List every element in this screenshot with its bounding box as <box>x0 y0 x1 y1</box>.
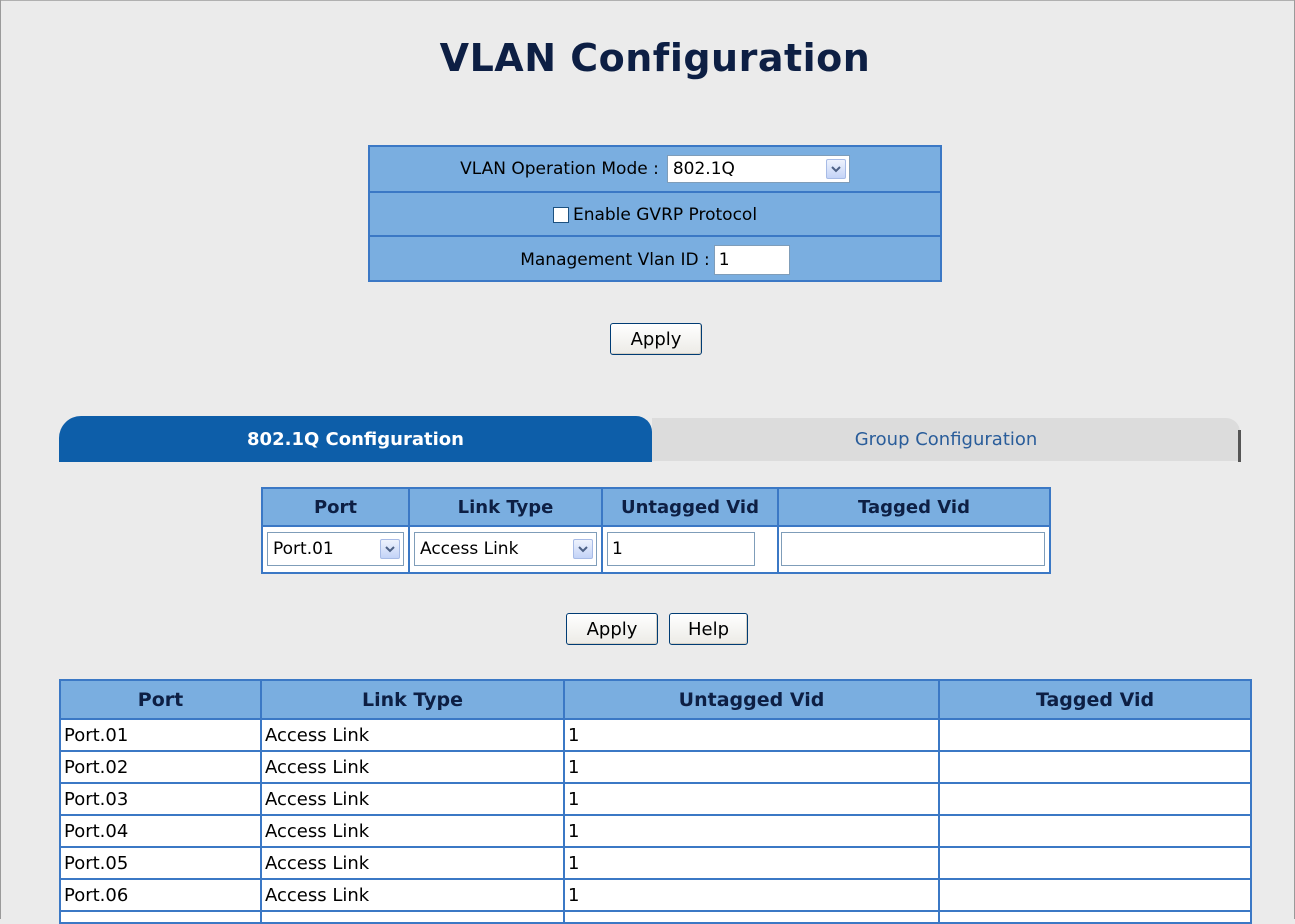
tagged-vid-cell <box>940 752 1250 782</box>
column-header: Tagged Vid <box>1035 688 1155 711</box>
column-header: Port <box>313 496 358 518</box>
untagged-vid-cell: 1 <box>568 788 580 810</box>
tagged-vid-cell <box>940 848 1250 878</box>
link-type-cell: Access Link <box>265 852 370 874</box>
untagged-vid-cell: 1 <box>568 724 580 746</box>
frame-border <box>0 0 1295 1</box>
port-cell: Port.04 <box>64 820 129 842</box>
gvrp-checkbox[interactable] <box>552 207 569 223</box>
tagged-vid-cell <box>940 784 1250 814</box>
column-header: Untagged Vid <box>678 688 825 711</box>
untagged-vid-cell: 1 <box>568 852 580 874</box>
table-row: Port.01 Access Link 1 <box>61 718 1250 750</box>
tagged-vid-cell <box>940 720 1250 750</box>
link-type-select-value: Access Link <box>420 539 519 559</box>
untagged-vid-cell: 1 <box>568 820 580 842</box>
untagged-vid-cell: 1 <box>568 884 580 906</box>
tab-edge <box>1238 430 1241 462</box>
port-config-table: Port Link Type Untagged Vid Tagged Vid P… <box>261 487 1051 574</box>
divider <box>938 681 940 922</box>
port-cell: Port.03 <box>64 788 129 810</box>
chevron-down-icon[interactable] <box>380 539 400 559</box>
link-type-select[interactable]: Access Link <box>414 532 597 566</box>
table-row: Port.05 Access Link 1 <box>61 846 1250 878</box>
tagged-vid-input[interactable] <box>781 532 1045 566</box>
tagged-vid-cell <box>940 880 1250 910</box>
table-row: Port.04 Access Link 1 <box>61 814 1250 846</box>
chevron-down-icon[interactable] <box>825 159 846 179</box>
link-type-cell: Access Link <box>265 724 370 746</box>
divider <box>563 681 565 922</box>
column-header: Untagged Vid <box>621 496 759 518</box>
table-row: Port.03 Access Link 1 <box>61 782 1250 814</box>
vlan-settings-panel: VLAN Operation Mode : 802.1Q Enable GVRP… <box>368 145 942 282</box>
page-title: VLAN Configuration <box>439 36 871 80</box>
gvrp-label: Enable GVRP Protocol <box>572 205 758 225</box>
divider <box>260 681 262 922</box>
port-select[interactable]: Port.01 <box>267 532 404 566</box>
port-select-value: Port.01 <box>273 539 334 559</box>
column-header: Port <box>137 688 184 711</box>
help-button[interactable]: Help <box>669 613 748 645</box>
column-header: Link Type <box>457 496 554 518</box>
column-header: Tagged Vid <box>858 496 970 518</box>
table-row <box>61 910 1250 922</box>
frame-border <box>0 0 1 919</box>
column-header: Link Type <box>362 688 463 711</box>
port-cell: Port.06 <box>64 884 129 906</box>
port-cell: Port.01 <box>64 724 129 746</box>
chevron-down-icon[interactable] <box>573 539 593 559</box>
link-type-cell: Access Link <box>265 788 370 810</box>
operation-mode-row: VLAN Operation Mode : 802.1Q <box>370 147 940 191</box>
operation-mode-label: VLAN Operation Mode : <box>460 159 659 179</box>
untagged-vid-value: 1 <box>612 539 623 559</box>
management-vlan-row: Management Vlan ID : 1 <box>370 235 940 282</box>
management-vlan-label: Management Vlan ID : <box>520 249 710 270</box>
link-type-cell: Access Link <box>265 884 370 906</box>
untagged-vid-cell: 1 <box>568 756 580 778</box>
link-type-cell: Access Link <box>265 756 370 778</box>
apply-port-button[interactable]: Apply <box>566 613 658 645</box>
divider <box>408 489 410 572</box>
table-row: Port.02 Access Link 1 <box>61 750 1250 782</box>
tab-8021q-configuration[interactable]: 802.1Q Configuration <box>59 416 652 462</box>
port-cell: Port.05 <box>64 852 129 874</box>
port-cell: Port.02 <box>64 756 129 778</box>
operation-mode-value: 802.1Q <box>672 159 735 179</box>
tagged-vid-cell <box>940 816 1250 846</box>
divider <box>601 489 603 572</box>
divider <box>777 489 779 572</box>
port-vlan-table: Port Link Type Untagged Vid Tagged Vid P… <box>59 679 1252 924</box>
gvrp-row: Enable GVRP Protocol <box>370 191 940 237</box>
management-vlan-input[interactable]: 1 <box>713 244 790 275</box>
management-vlan-value: 1 <box>718 249 730 270</box>
untagged-vid-input[interactable]: 1 <box>607 532 755 566</box>
table-row: Port.06 Access Link 1 <box>61 878 1250 910</box>
tab-group-configuration[interactable]: Group Configuration <box>652 418 1240 461</box>
divider <box>263 525 1049 527</box>
apply-settings-button[interactable]: Apply <box>610 323 702 355</box>
operation-mode-select[interactable]: 802.1Q <box>666 155 850 183</box>
link-type-cell: Access Link <box>265 820 370 842</box>
